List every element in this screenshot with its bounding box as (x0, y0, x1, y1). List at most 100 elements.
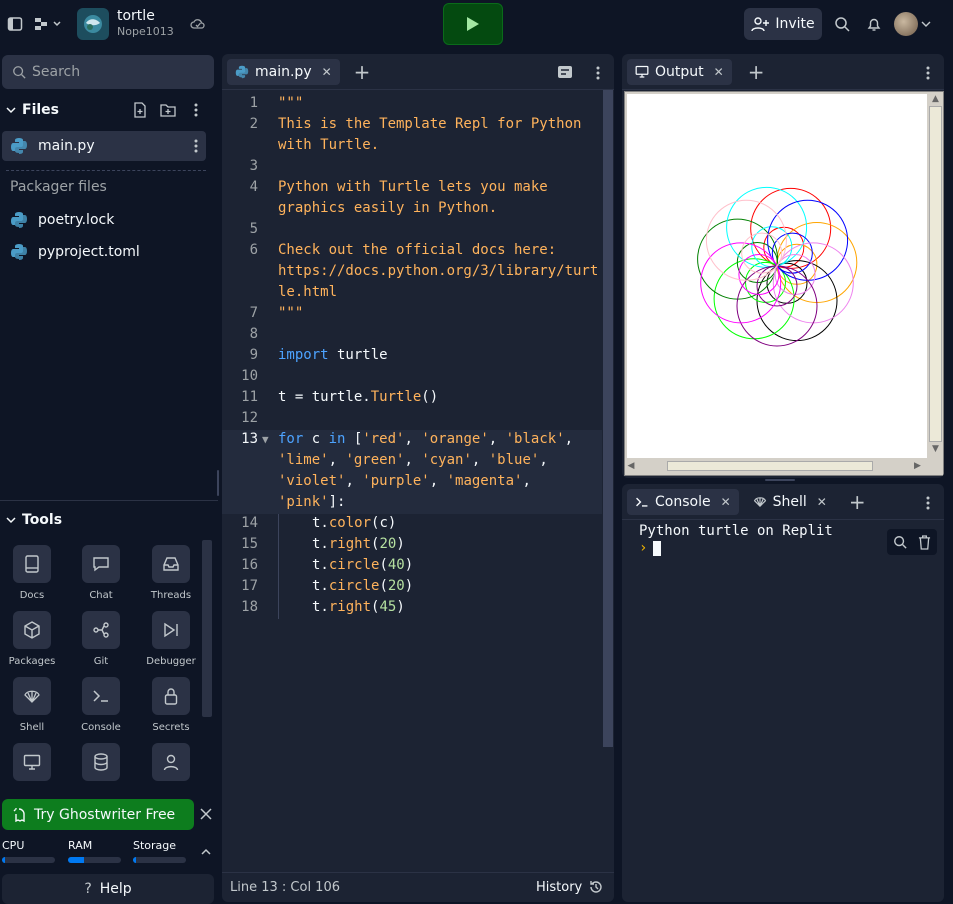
file-label: poetry.lock (38, 212, 115, 228)
tool-debugger[interactable]: Debugger (141, 611, 201, 667)
run-button[interactable] (443, 3, 503, 45)
cursor-position[interactable]: Line 13 : Col 106 (230, 880, 340, 895)
add-tab-icon[interactable]: + (354, 60, 371, 84)
editor-scrollbar[interactable] (603, 90, 613, 747)
search-input[interactable]: Search (2, 55, 214, 89)
new-file-icon[interactable] (131, 101, 149, 119)
bell-icon[interactable] (864, 14, 884, 34)
tool-git[interactable]: Git (71, 611, 131, 667)
chevron-up-icon[interactable] (198, 844, 214, 860)
search-icon[interactable] (832, 14, 852, 34)
scroll-right-icon[interactable]: ▶ (914, 461, 921, 471)
tool-console[interactable]: Console (71, 677, 131, 733)
history-button[interactable]: History (536, 879, 604, 895)
sidebar-resize-handle[interactable] (217, 470, 219, 496)
output-more-icon[interactable] (926, 65, 930, 84)
tool-chat[interactable]: Chat (71, 545, 131, 601)
console-output: Python turtle on Replit (639, 523, 833, 539)
tool-docs[interactable]: Docs (2, 545, 62, 601)
tool-auth[interactable] (141, 743, 201, 781)
scroll-down-icon[interactable]: ▼ (928, 442, 943, 456)
scroll-left-icon[interactable]: ◀ (625, 461, 637, 471)
tab-console[interactable]: Console ✕ (627, 488, 739, 515)
prompt-symbol: › (639, 540, 648, 556)
editor-more-icon[interactable] (596, 65, 600, 84)
turtle-canvas[interactable]: ▲ ▼ ◀ ▶ (624, 91, 944, 476)
trash-icon[interactable] (918, 534, 931, 550)
tab-shell[interactable]: Shell ✕ (745, 489, 835, 515)
storage-label: Storage (133, 839, 177, 852)
search-placeholder: Search (32, 64, 81, 80)
tool-packages[interactable]: Packages (2, 611, 62, 667)
close-icon[interactable]: ✕ (721, 495, 731, 509)
python-icon (11, 138, 27, 154)
new-folder-icon[interactable] (158, 101, 178, 119)
repl-avatar[interactable] (77, 8, 109, 40)
search-icon (13, 66, 26, 79)
packager-heading: Packager files (10, 179, 107, 195)
terminal-icon (636, 497, 648, 507)
file-label: main.py (38, 138, 95, 154)
file-pyproject-toml[interactable]: pyproject.toml (2, 237, 206, 267)
ghostwriter-icon (13, 807, 25, 822)
help-button[interactable]: ? Help (2, 874, 214, 904)
tab-output[interactable]: Output ✕ (627, 58, 732, 85)
user-icon (163, 754, 179, 771)
search-icon[interactable] (893, 535, 907, 549)
tools-heading: Tools (22, 512, 63, 528)
monitor-icon (635, 65, 649, 78)
tool-label: Debugger (146, 656, 196, 667)
file-poetry-lock[interactable]: poetry.lock (2, 205, 206, 235)
cloud-check-icon (189, 15, 207, 33)
invite-button[interactable]: Invite (744, 8, 822, 40)
console-more-icon[interactable] (926, 495, 930, 514)
scroll-up-icon[interactable]: ▲ (928, 92, 943, 106)
cursor (653, 540, 662, 556)
close-icon[interactable]: ✕ (322, 65, 332, 79)
editor-panel: main.py ✕ + 1 """ 2 This is the Template R… (222, 54, 614, 902)
add-user-icon (751, 17, 770, 32)
play-icon (467, 17, 479, 31)
tool-webview[interactable] (2, 743, 62, 781)
code-editor[interactable]: 1 """ 2 This is the Template Repl for Pyth… (222, 90, 602, 870)
file-main-py[interactable]: main.py (2, 131, 206, 161)
console-prompt[interactable]: › (639, 540, 662, 556)
tools-scrollbar[interactable] (202, 540, 212, 717)
turtle-drawing (697, 186, 858, 347)
replit-menu-icon[interactable] (32, 14, 64, 34)
tab-main-py[interactable]: main.py ✕ (227, 58, 340, 85)
close-icon[interactable]: ✕ (714, 65, 724, 79)
user-avatar[interactable] (894, 12, 918, 36)
close-icon[interactable]: ✕ (817, 495, 827, 509)
tool-secrets[interactable]: Secrets (141, 677, 201, 733)
shell-icon (24, 690, 40, 703)
tool-database[interactable] (71, 743, 131, 781)
tools-header[interactable]: Tools (6, 512, 62, 528)
ghostwriter-button[interactable]: Try Ghostwriter Free (2, 799, 194, 830)
help-label: Help (99, 881, 132, 897)
tab-label: Output (655, 63, 704, 80)
files-more-icon[interactable] (188, 101, 204, 119)
format-icon[interactable] (557, 64, 573, 83)
tool-label: Git (93, 656, 109, 667)
top-bar: tortle Nope1013 Invite (0, 0, 953, 50)
add-tab-icon[interactable]: + (748, 60, 765, 84)
tool-label: Shell (19, 722, 45, 733)
repl-name[interactable]: tortle (117, 8, 155, 24)
chevron-down-icon[interactable] (920, 16, 932, 32)
tool-shell[interactable]: Shell (2, 677, 62, 733)
output-tabbar: Output ✕ + (622, 54, 944, 90)
add-tab-icon[interactable]: + (849, 490, 866, 514)
vertical-scrollbar[interactable]: ▲ ▼ (928, 92, 943, 458)
panel-resize-handle[interactable] (765, 479, 795, 481)
fold-icon[interactable]: ▼ (262, 429, 269, 450)
file-more-icon[interactable] (194, 139, 198, 153)
sidebar-toggle-icon[interactable] (5, 14, 25, 34)
horizontal-scrollbar[interactable]: ◀ ▶ (625, 459, 928, 473)
chat-icon (93, 557, 109, 572)
tool-threads[interactable]: Threads (141, 545, 201, 601)
close-icon[interactable] (198, 806, 214, 822)
cpu-label: CPU (2, 839, 25, 852)
files-header[interactable]: Files (6, 100, 211, 120)
shell-icon (753, 497, 766, 507)
